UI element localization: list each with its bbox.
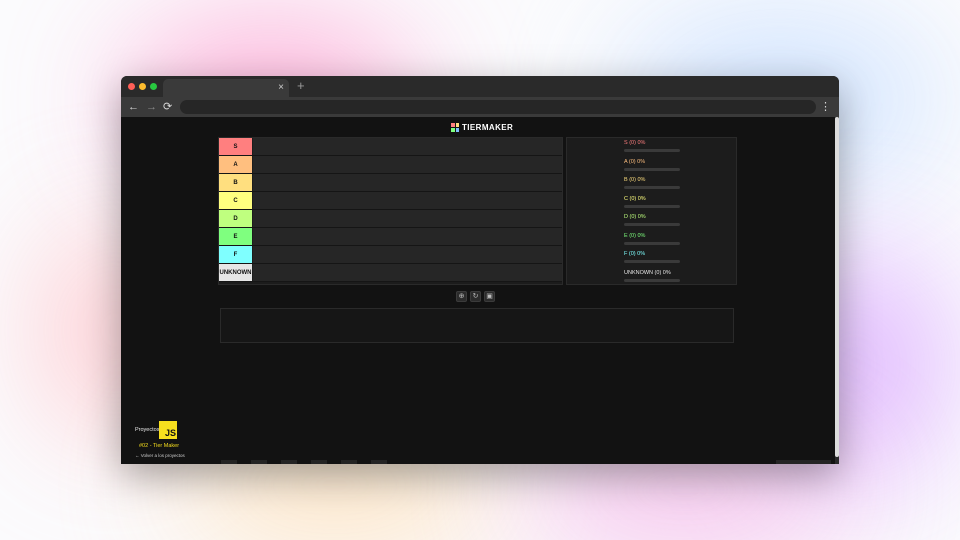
tier-stat-bar xyxy=(624,186,680,189)
items-pool-dropzone[interactable] xyxy=(220,308,734,343)
browser-tab[interactable]: × xyxy=(163,79,289,97)
tier-stat: UNKNOWN (0) 0% xyxy=(624,270,680,282)
tier-stat: S (0) 0% xyxy=(624,140,680,152)
controls-bar: ⊕ ↻ ▣ xyxy=(456,291,495,302)
tier-stat-bar xyxy=(624,167,680,171)
address-bar[interactable] xyxy=(180,100,816,114)
tab-bar: × + xyxy=(121,76,839,97)
tier-stat-label: D (0) 0% xyxy=(624,214,646,220)
tier-dropzone[interactable] xyxy=(253,246,562,263)
upload-icon[interactable]: ⊕ xyxy=(456,291,467,302)
close-window-button[interactable] xyxy=(128,83,135,90)
tier-stat-label: S (0) 0% xyxy=(624,140,646,146)
tier-stat-label: A (0) 0% xyxy=(624,158,646,165)
reload-icon[interactable]: ⟳ xyxy=(163,100,172,114)
tier-dropzone[interactable] xyxy=(253,138,562,155)
tier-stat-bar xyxy=(624,260,680,263)
tier-label[interactable]: UNKNOWN xyxy=(219,264,252,281)
new-tab-button[interactable]: + xyxy=(297,79,305,93)
tier-stat: F (0) 0% xyxy=(624,251,680,263)
tier-label[interactable]: A xyxy=(219,156,252,173)
save-icon[interactable]: ▣ xyxy=(484,291,495,302)
project-title: #02 - Tier Maker xyxy=(139,443,180,449)
tier-stat-bar xyxy=(624,241,680,245)
tier-stats-panel: S (0) 0% A (0) 0% B (0) 0% C (0) 0% D (0) 0%… xyxy=(566,137,737,285)
tier-row: E xyxy=(219,228,562,246)
tier-stat-bar xyxy=(624,149,680,152)
minimize-window-button[interactable] xyxy=(139,83,146,90)
back-icon[interactable]: ← xyxy=(128,100,139,114)
tier-dropzone[interactable] xyxy=(253,174,562,191)
logo-text: TIERMAKER xyxy=(462,122,514,132)
bottom-strip-right xyxy=(776,460,831,464)
forward-icon[interactable]: → xyxy=(146,100,157,114)
tier-stat-bar xyxy=(624,223,680,226)
tier-stat: C (0) 0% xyxy=(624,196,680,208)
browser-toolbar: ← → ⟳ ⋮ xyxy=(121,97,839,117)
page-scrollbar[interactable] xyxy=(835,117,839,464)
tier-label[interactable]: S xyxy=(219,138,252,155)
scroll-thumb[interactable] xyxy=(835,117,839,457)
tier-row: D xyxy=(219,210,562,228)
tier-stat-label: UNKNOWN (0) 0% xyxy=(624,269,671,276)
tier-stat-bar xyxy=(624,204,680,208)
app-logo[interactable]: TIERMAKER xyxy=(451,121,513,133)
tier-stat-bar xyxy=(624,278,680,282)
tier-label[interactable]: C xyxy=(219,192,252,209)
tier-stat: A (0) 0% xyxy=(624,159,680,171)
logo-mark-icon xyxy=(451,122,459,132)
tier-dropzone[interactable] xyxy=(253,264,562,281)
tab-close-icon[interactable]: × xyxy=(278,82,284,94)
bottom-strip xyxy=(221,460,387,464)
reset-icon[interactable]: ↻ xyxy=(470,291,481,302)
tier-row: B xyxy=(219,174,562,192)
tier-row: F xyxy=(219,246,562,264)
tier-row: C xyxy=(219,192,562,210)
tier-stat: E (0) 0% xyxy=(624,233,680,245)
tier-dropzone[interactable] xyxy=(253,192,562,209)
tier-label[interactable]: D xyxy=(219,210,252,227)
tier-stat-label: C (0) 0% xyxy=(624,195,646,202)
page-viewport: TIERMAKER S A B C D E F UNKNOWN S (0) 0% A (0) 0… xyxy=(121,117,835,464)
tier-dropzone[interactable] xyxy=(253,228,562,245)
tier-stat: D (0) 0% xyxy=(624,214,680,226)
tier-label[interactable]: B xyxy=(219,174,252,191)
maximize-window-button[interactable] xyxy=(150,83,157,90)
back-to-projects-link[interactable]: ← Volver a los proyectos xyxy=(135,453,185,458)
badge-label: Proyectos xyxy=(135,427,160,433)
tier-label[interactable]: F xyxy=(219,246,252,263)
tier-label[interactable]: E xyxy=(219,228,252,245)
tier-stat-label: F (0) 0% xyxy=(624,251,646,257)
tier-dropzone[interactable] xyxy=(253,156,562,173)
tier-row: UNKNOWN xyxy=(219,264,562,282)
tier-stat-label: B (0) 0% xyxy=(624,177,646,183)
tier-stat-label: E (0) 0% xyxy=(624,232,646,239)
tier-dropzone[interactable] xyxy=(253,210,562,227)
tier-list: S A B C D E F UNKNOWN xyxy=(218,137,563,285)
tier-stat: B (0) 0% xyxy=(624,177,680,189)
tier-row: A xyxy=(219,156,562,174)
js-logo-icon: JS xyxy=(159,421,177,439)
browser-menu-icon[interactable]: ⋮ xyxy=(820,100,831,114)
browser-window: × + ← → ⟳ ⋮ TIERMAKER S A B C D E F UNKNOWN S (… xyxy=(121,76,839,464)
tier-row: S xyxy=(219,138,562,156)
